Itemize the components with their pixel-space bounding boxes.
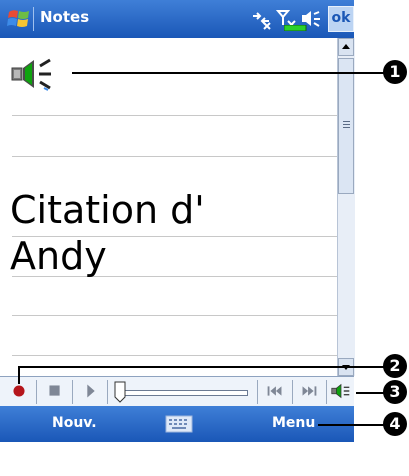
title-bar: Notes ok xyxy=(0,0,354,38)
ok-button[interactable]: ok xyxy=(328,6,354,32)
note-line-2: Andy xyxy=(10,234,107,278)
ruled-line xyxy=(12,115,337,116)
battery-icon xyxy=(284,25,307,31)
app-title: Notes xyxy=(40,8,90,26)
callout-line-3 xyxy=(356,392,384,394)
callout-line-1 xyxy=(72,72,386,74)
ruled-line xyxy=(12,315,337,316)
new-softkey[interactable]: Nouv. xyxy=(52,415,97,431)
note-line-1: Citation d' xyxy=(10,188,205,232)
slider-track xyxy=(118,390,248,396)
speaker-icon[interactable] xyxy=(10,56,70,94)
stop-icon[interactable] xyxy=(42,379,68,403)
vertical-scrollbar[interactable] xyxy=(337,38,355,376)
scroll-thumb[interactable] xyxy=(338,58,354,194)
callout-1: 1 xyxy=(383,60,407,84)
connectivity-icon[interactable] xyxy=(250,8,272,30)
title-separator xyxy=(33,7,34,31)
volume-icon[interactable] xyxy=(329,379,353,403)
recording-toolbar xyxy=(0,376,354,407)
ruled-line xyxy=(12,156,337,157)
callout-line-4 xyxy=(318,424,384,426)
callout-3: 3 xyxy=(383,380,407,404)
scroll-up-button[interactable] xyxy=(338,38,354,56)
callout-4: 4 xyxy=(383,412,407,436)
menu-bar: Nouv. Menu xyxy=(0,406,354,442)
callout-2: 2 xyxy=(383,354,407,378)
play-icon[interactable] xyxy=(78,379,104,403)
callout-line-2 xyxy=(18,366,385,368)
slider-thumb[interactable] xyxy=(114,381,126,403)
note-area[interactable]: Citation d' Andy xyxy=(0,38,337,376)
ruled-line xyxy=(12,355,337,356)
skip-back-icon[interactable] xyxy=(262,379,288,403)
callout-leader-2 xyxy=(18,366,20,384)
arrow-up-icon xyxy=(342,44,350,49)
playback-slider[interactable] xyxy=(112,380,255,404)
keyboard-icon[interactable] xyxy=(165,415,193,433)
skip-forward-icon[interactable] xyxy=(296,379,322,403)
menu-softkey[interactable]: Menu xyxy=(272,415,315,431)
windows-logo-icon[interactable] xyxy=(6,6,32,32)
